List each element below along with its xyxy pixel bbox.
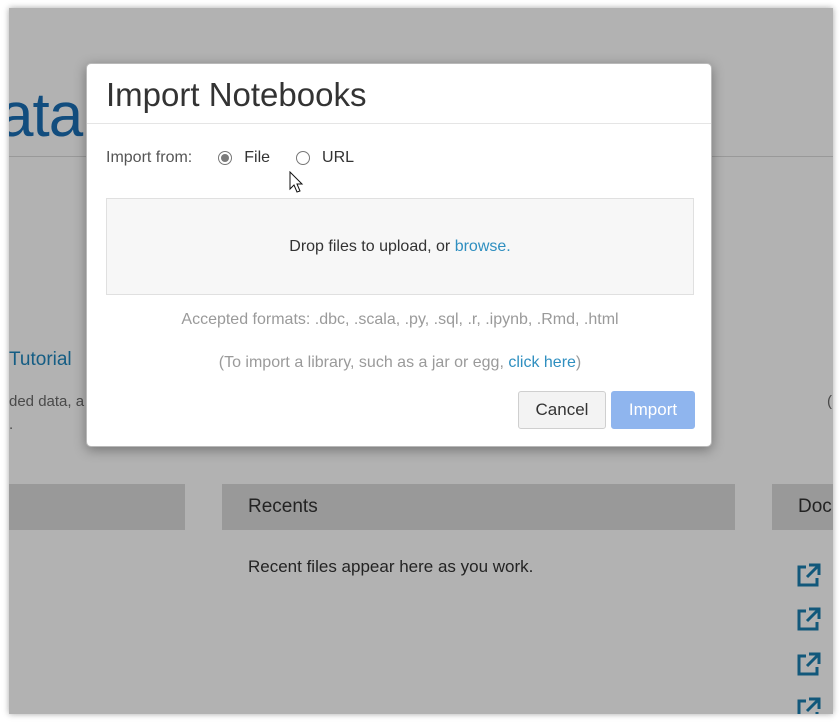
browse-link[interactable]: browse. [455, 238, 511, 255]
import-notebooks-dialog: Import Notebooks Import from: File URL D… [86, 63, 712, 447]
library-import-hint: (To import a library, such as a jar or e… [87, 354, 713, 372]
file-radio-label[interactable]: File [244, 149, 270, 167]
mouse-pointer-icon [289, 171, 304, 193]
dialog-title: Import Notebooks [106, 76, 367, 113]
app-window: ata Tutorial ded data, a . ( Recents Doc… [9, 8, 833, 714]
file-radio-button[interactable] [218, 151, 233, 165]
import-from-label: Import from: [106, 149, 193, 166]
library-click-here-link[interactable]: click here [508, 354, 576, 371]
accepted-formats-text: Accepted formats: .dbc, .scala, .py, .sq… [181, 311, 619, 328]
dropzone-text: Drop files to upload, or [289, 238, 455, 255]
import-button[interactable]: Import [611, 391, 695, 429]
library-hint-suffix: ) [575, 354, 582, 371]
cancel-button[interactable]: Cancel [518, 391, 606, 429]
library-hint-prefix: (To import a library, such as a jar or e… [218, 354, 509, 371]
radio-option-url[interactable]: URL [296, 149, 354, 167]
url-radio-label[interactable]: URL [322, 149, 354, 167]
dialog-header: Import Notebooks [87, 64, 711, 124]
url-radio-button[interactable] [296, 151, 311, 165]
radio-option-file[interactable]: File [218, 149, 270, 167]
file-dropzone[interactable]: Drop files to upload, or browse. [106, 198, 694, 295]
import-source-row: Import from: File URL [106, 148, 354, 168]
